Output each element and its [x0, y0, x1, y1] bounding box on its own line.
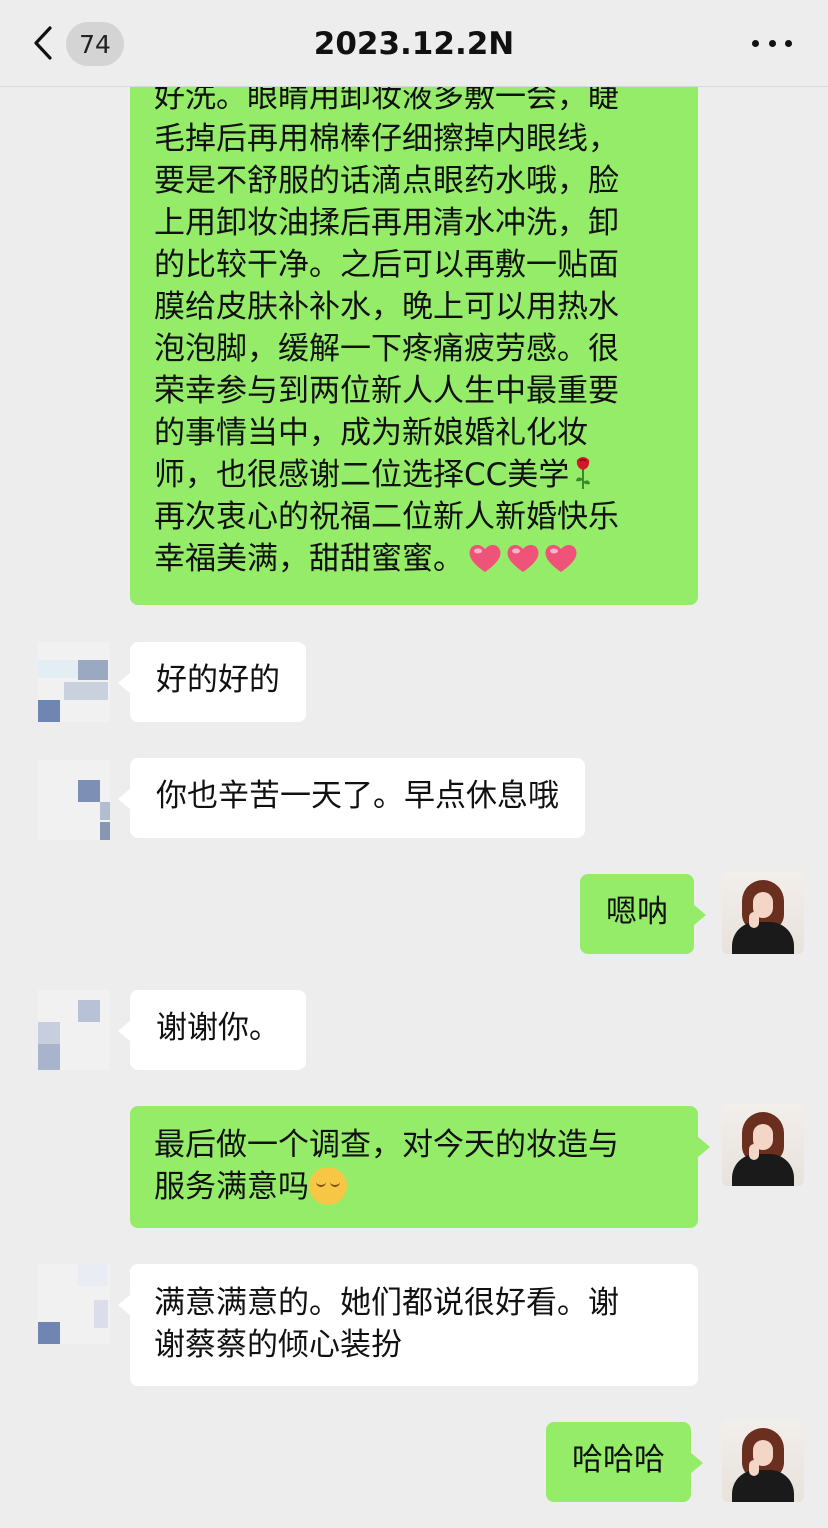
rose-emoji-icon	[573, 455, 593, 491]
back-button[interactable]	[28, 22, 58, 64]
message-bubble-incoming[interactable]: 满意满意的。她们都说很好看。谢 谢蔡蔡的倾心装扮	[118, 1264, 698, 1386]
message-line: 毛掉后再用棉棒仔细擦掉内眼线，	[154, 121, 619, 157]
more-options-button[interactable]	[752, 32, 792, 54]
message-line-with-hearts: 幸福美满，甜甜蜜蜜。	[154, 538, 674, 580]
message-line-with-rose: 师，也很感谢二位选择CC美学	[154, 454, 674, 496]
message-text: 哈哈哈	[572, 1442, 665, 1478]
smiling-face-emoji-icon	[309, 1167, 347, 1205]
unread-count-badge[interactable]: 74	[66, 22, 124, 66]
contact-avatar[interactable]	[38, 1264, 110, 1344]
message-bubble-outgoing[interactable]: 好洗。眼睛用卸妆液多敷一会，睫 毛掉后再用棉棒仔细擦掉内眼线， 要是不舒服的话滴…	[130, 0, 698, 605]
message-line: 荣幸参与到两位新人人生中最重要	[154, 373, 619, 409]
heart-emoji-icon	[506, 542, 540, 572]
message-bubble-outgoing[interactable]: 嗯呐	[580, 874, 706, 954]
heart-emoji-icon	[468, 542, 502, 572]
my-avatar[interactable]	[722, 1420, 804, 1502]
my-avatar[interactable]	[722, 872, 804, 954]
more-dot-icon	[785, 39, 792, 47]
message-line: 泡泡脚，缓解一下疼痛疲劳感。很	[154, 331, 619, 367]
contact-avatar[interactable]	[38, 760, 110, 840]
contact-avatar[interactable]	[38, 642, 110, 722]
message-line: 要是不舒服的话滴点眼药水哦，脸	[154, 163, 619, 199]
contact-avatar[interactable]	[38, 990, 110, 1070]
message-line: 幸福美满，甜甜蜜蜜。	[154, 541, 464, 577]
message-line: 谢蔡蔡的倾心装扮	[154, 1327, 402, 1363]
chevron-left-icon	[34, 26, 52, 60]
message-text: 嗯呐	[606, 894, 668, 930]
message-line: 的比较干净。之后可以再敷一贴面	[154, 247, 619, 283]
message-line: 最后做一个调查，对今天的妆造与	[154, 1127, 619, 1163]
my-avatar[interactable]	[722, 1104, 804, 1186]
message-line: 再次衷心的祝福二位新人新婚快乐	[154, 499, 619, 535]
heart-emoji-icon	[544, 542, 578, 572]
more-dot-icon	[768, 39, 776, 47]
message-bubble-incoming[interactable]: 谢谢你。	[118, 990, 306, 1070]
message-line: 满意满意的。她们都说很好看。谢	[154, 1285, 619, 1321]
message-bubble-incoming[interactable]: 好的好的	[118, 642, 306, 722]
message-text: 好的好的	[156, 662, 280, 698]
chat-header: 74 2023.12.2N	[0, 0, 828, 87]
message-line: 膜给皮肤补补水，晚上可以用热水	[154, 289, 619, 325]
message-text: 你也辛苦一天了。早点休息哦	[156, 778, 559, 814]
message-text: 谢谢你。	[156, 1010, 280, 1046]
chat-title: 2023.12.2N	[313, 26, 515, 62]
message-line-with-emoji: 服务满意吗	[154, 1166, 674, 1208]
message-line: 的事情当中，成为新娘婚礼化妆	[154, 415, 588, 451]
message-bubble-incoming[interactable]: 你也辛苦一天了。早点休息哦	[118, 758, 585, 838]
more-dot-icon	[752, 39, 759, 47]
message-bubble-outgoing[interactable]: 哈哈哈	[546, 1422, 703, 1502]
message-line: 上用卸妆油揉后再用清水冲洗，卸	[154, 205, 619, 241]
message-line: 师，也很感谢二位选择CC美学	[154, 457, 570, 493]
message-bubble-outgoing[interactable]: 最后做一个调查，对今天的妆造与 服务满意吗	[130, 1106, 710, 1228]
message-line: 服务满意吗	[154, 1169, 309, 1205]
